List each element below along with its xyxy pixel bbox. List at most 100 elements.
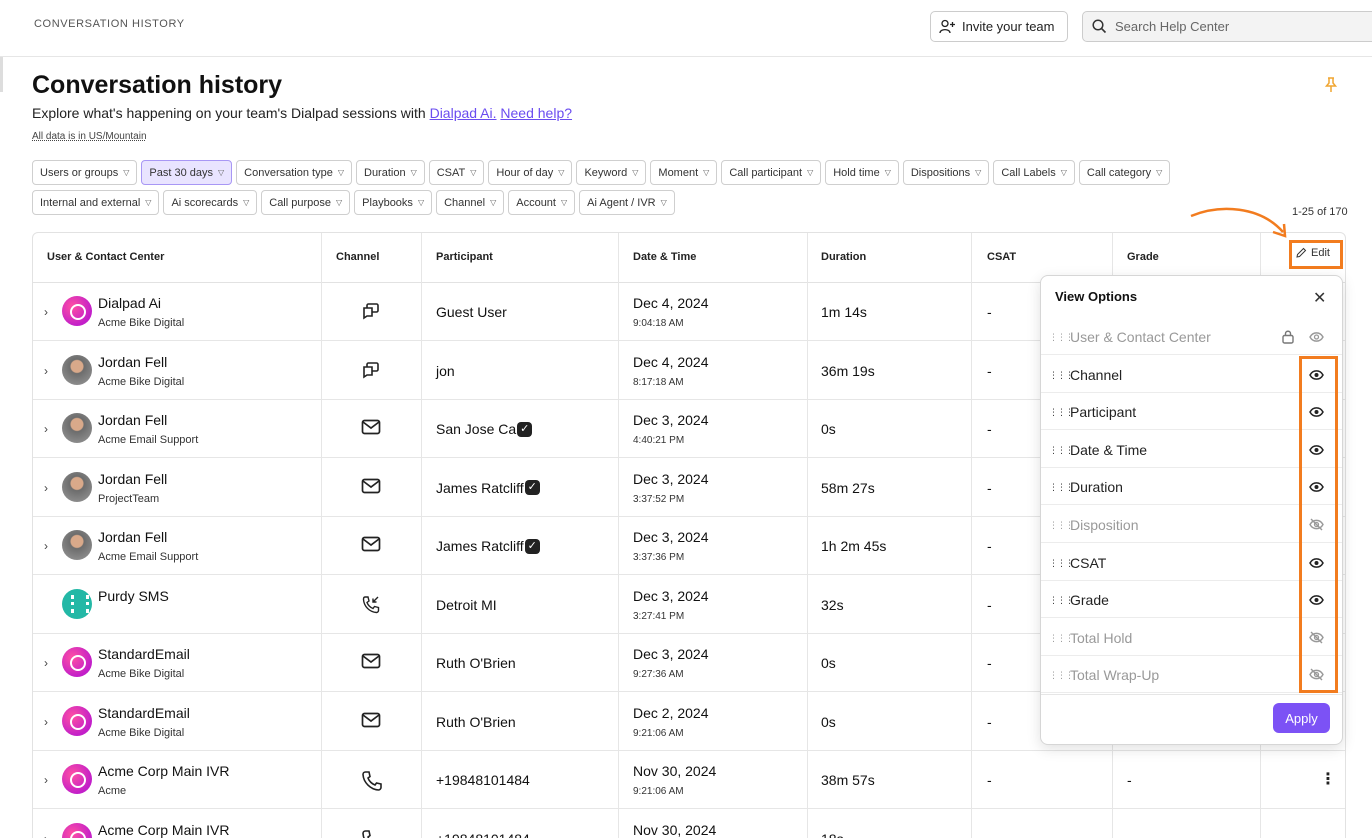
filter-row-1: Users or groups ▽ Past 30 days ▽ Conversatio… xyxy=(32,160,1232,185)
filter-chip[interactable]: Channel ▽ xyxy=(436,190,505,215)
filter-chip[interactable]: Call category ▽ xyxy=(1078,160,1171,185)
avatar xyxy=(62,764,92,794)
mail-icon xyxy=(361,478,381,499)
apply-button[interactable]: Apply xyxy=(1273,703,1330,733)
header-user[interactable]: User & Contact Center xyxy=(47,251,164,263)
view-option-row[interactable]: ⋮⋮⋮ Disposition xyxy=(1041,506,1342,543)
view-option-row[interactable]: ⋮⋮⋮ Grade xyxy=(1041,581,1342,619)
filter-chip-label: Call purpose xyxy=(269,196,332,209)
expand-chevron-icon[interactable]: › xyxy=(44,481,48,495)
filter-chip[interactable]: Call participant ▽ xyxy=(721,160,822,185)
filter-chip[interactable]: Dispositions ▽ xyxy=(902,160,990,185)
filter-chip[interactable]: Users or groups ▽ xyxy=(32,160,138,185)
filter-chip[interactable]: Account ▽ xyxy=(508,190,576,215)
chevron-down-icon: ▽ xyxy=(410,168,417,177)
conversation-date: Dec 3, 2024 xyxy=(633,646,709,662)
user-name[interactable]: StandardEmail xyxy=(98,705,190,721)
filter-chip[interactable]: Ai scorecards ▽ xyxy=(163,190,258,215)
expand-chevron-icon[interactable]: › xyxy=(44,656,48,670)
chevron-down-icon: ▽ xyxy=(660,198,667,207)
table-row[interactable]: › Acme Corp Main IVR +19848101484 Nov 30, 2… xyxy=(33,810,1345,838)
filter-chip[interactable]: Internal and external ▽ xyxy=(32,190,160,215)
header-participant[interactable]: Participant xyxy=(436,251,493,263)
conversation-time: 9:21:06 AM xyxy=(633,786,684,797)
expand-chevron-icon[interactable]: › xyxy=(44,305,48,319)
conversation-date: Dec 3, 2024 xyxy=(633,529,709,545)
invite-team-button[interactable]: Invite your team xyxy=(930,11,1068,42)
header-duration[interactable]: Duration xyxy=(821,251,866,263)
pagination-count: 1-25 of 170 xyxy=(1292,206,1348,218)
lock-icon xyxy=(1281,329,1295,349)
filter-chip[interactable]: Ai Agent / IVR ▽ xyxy=(579,190,675,215)
view-option-row[interactable]: ⋮⋮⋮ Date & Time xyxy=(1041,431,1342,468)
search-input[interactable] xyxy=(1115,19,1345,34)
phone-incoming-icon xyxy=(361,595,381,620)
expand-chevron-icon[interactable]: › xyxy=(44,539,48,553)
view-option-label: Total Wrap-Up xyxy=(1070,667,1160,684)
filter-chip[interactable]: Hour of day ▽ xyxy=(488,160,573,185)
filter-chip[interactable]: CSAT ▽ xyxy=(428,160,485,185)
breadcrumb: CONVERSATION HISTORY xyxy=(34,18,185,30)
user-name[interactable]: Jordan Fell xyxy=(98,412,167,428)
duration-value: 0s xyxy=(821,421,836,437)
header-csat[interactable]: CSAT xyxy=(987,251,1016,263)
filter-chip[interactable]: Hold time ▽ xyxy=(825,160,899,185)
chevron-down-icon: ▽ xyxy=(470,168,477,177)
close-icon[interactable]: ✕ xyxy=(1313,288,1326,308)
chevron-down-icon: ▽ xyxy=(490,198,497,207)
header-datetime[interactable]: Date & Time xyxy=(633,251,696,263)
header-channel[interactable]: Channel xyxy=(336,251,379,263)
pin-icon[interactable] xyxy=(1324,77,1338,98)
user-name[interactable]: Acme Corp Main IVR xyxy=(98,822,229,838)
search-box[interactable] xyxy=(1082,11,1372,42)
chevron-down-icon: ▽ xyxy=(337,168,344,177)
user-name[interactable]: Jordan Fell xyxy=(98,529,167,545)
chevron-down-icon: ▽ xyxy=(123,168,130,177)
user-name[interactable]: Purdy SMS xyxy=(98,588,169,604)
filter-chip[interactable]: Call Labels ▽ xyxy=(993,160,1075,185)
view-option-row[interactable]: ⋮⋮⋮ User & Contact Center xyxy=(1041,318,1342,355)
filter-chip-label: Ai Agent / IVR xyxy=(587,196,656,209)
filter-chip[interactable]: Keyword ▽ xyxy=(576,160,647,185)
view-option-label: CSAT xyxy=(1070,554,1107,571)
expand-chevron-icon[interactable]: › xyxy=(44,832,48,838)
view-option-row[interactable]: ⋮⋮⋮ Channel xyxy=(1041,356,1342,393)
view-options-title: View Options xyxy=(1055,289,1138,304)
filter-chip-label: CSAT xyxy=(436,166,466,179)
user-name[interactable]: Acme Corp Main IVR xyxy=(98,763,229,779)
header-grade[interactable]: Grade xyxy=(1127,251,1159,263)
filter-chip[interactable]: Duration ▽ xyxy=(356,160,425,185)
filter-chip[interactable]: Call purpose ▽ xyxy=(261,190,351,215)
filter-chip-label: Channel xyxy=(444,196,486,209)
user-name[interactable]: Jordan Fell xyxy=(98,471,167,487)
filter-chip-label: Users or groups xyxy=(40,166,119,179)
page-title: Conversation history xyxy=(32,71,283,99)
need-help-link[interactable]: Need help? xyxy=(500,105,572,121)
filter-chip[interactable]: Past 30 days ▽ xyxy=(141,160,233,185)
expand-chevron-icon[interactable]: › xyxy=(44,422,48,436)
view-option-row[interactable]: ⋮⋮⋮ CSAT xyxy=(1041,544,1342,581)
dialpad-ai-link[interactable]: Dialpad Ai. xyxy=(430,105,497,121)
filter-chip-label: Past 30 days xyxy=(149,166,214,179)
user-name[interactable]: Dialpad Ai xyxy=(98,295,161,311)
avatar xyxy=(62,705,92,736)
user-name[interactable]: Jordan Fell xyxy=(98,354,167,370)
conversation-date: Nov 30, 2024 xyxy=(633,763,717,779)
filter-chip[interactable]: Playbooks ▽ xyxy=(354,190,433,215)
table-row[interactable]: › Acme Corp Main IVR Acme +19848101484 Nov 3… xyxy=(33,751,1345,809)
filter-chip[interactable]: Moment ▽ xyxy=(650,160,718,185)
csat-value: - xyxy=(987,421,992,437)
mail-icon xyxy=(361,536,381,557)
conversation-date: Dec 4, 2024 xyxy=(633,353,709,370)
view-option-row[interactable]: ⋮⋮⋮ Total Wrap-Up xyxy=(1041,656,1342,694)
expand-chevron-icon[interactable]: › xyxy=(44,715,48,729)
invite-team-label: Invite your team xyxy=(962,19,1055,34)
user-name[interactable]: StandardEmail xyxy=(98,646,190,662)
expand-chevron-icon[interactable]: › xyxy=(44,364,48,378)
more-options-icon[interactable]: ⋮ xyxy=(1320,769,1336,789)
view-option-row[interactable]: ⋮⋮⋮ Total Hold xyxy=(1041,619,1342,656)
view-option-row[interactable]: ⋮⋮⋮ Participant xyxy=(1041,393,1342,431)
expand-chevron-icon[interactable]: › xyxy=(44,773,48,787)
filter-chip[interactable]: Conversation type ▽ xyxy=(236,160,352,185)
view-option-row[interactable]: ⋮⋮⋮ Duration xyxy=(1041,468,1342,506)
